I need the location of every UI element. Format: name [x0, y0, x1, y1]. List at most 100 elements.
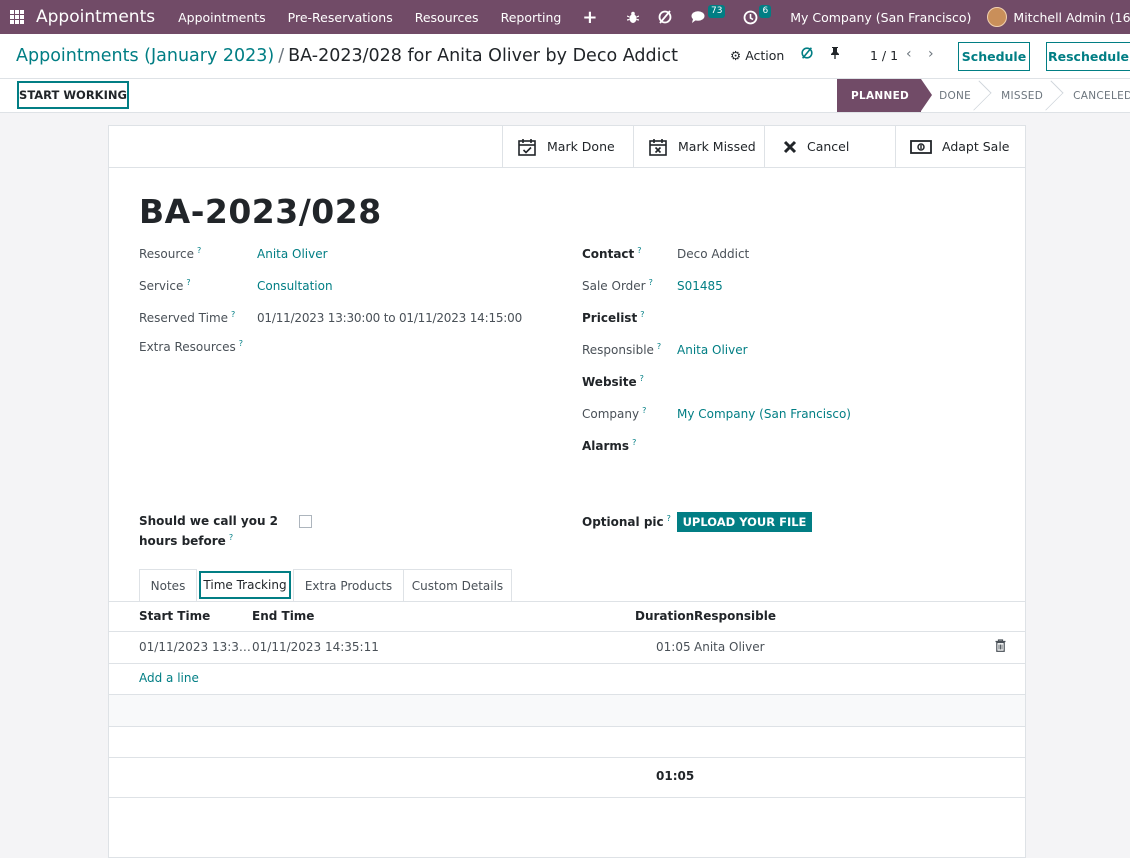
- contact-value[interactable]: Deco Addict: [677, 247, 749, 261]
- column-responsible[interactable]: Responsible: [694, 609, 776, 623]
- row-end-time[interactable]: 01/11/2023 14:35:11: [252, 640, 379, 654]
- row-responsible[interactable]: Anita Oliver: [694, 640, 765, 654]
- refresh-icon[interactable]: [657, 9, 673, 25]
- messages-icon[interactable]: 73: [691, 4, 726, 24]
- empty-row: [109, 695, 1025, 726]
- sale-order-value[interactable]: S01485: [677, 279, 723, 293]
- resource-label: Resource?: [139, 246, 202, 261]
- row-duration[interactable]: 01:05: [656, 640, 691, 654]
- mark-done-label: Mark Done: [547, 139, 615, 154]
- resource-value[interactable]: Anita Oliver: [257, 247, 328, 261]
- table-footer-divider: [109, 757, 1025, 758]
- add-line-link[interactable]: Add a line: [139, 671, 199, 685]
- activities-clock-icon[interactable]: 6: [743, 4, 772, 25]
- mark-done-button[interactable]: Mark Done: [502, 126, 633, 167]
- schedule-button[interactable]: Schedule: [958, 42, 1030, 71]
- responsible-label: Responsible?: [582, 342, 662, 357]
- notebook-tabs: Notes Time Tracking Extra Products Custo…: [139, 569, 512, 601]
- menu-reporting[interactable]: Reporting: [490, 10, 573, 25]
- service-label: Service?: [139, 278, 191, 293]
- help-icon[interactable]: ?: [649, 278, 653, 287]
- start-working-button[interactable]: START WORKING: [17, 81, 129, 109]
- cancel-label: Cancel: [807, 139, 850, 154]
- activities-count-badge: 6: [759, 4, 772, 18]
- cancel-appointment-button[interactable]: Cancel: [764, 126, 895, 167]
- help-icon[interactable]: ?: [637, 246, 641, 255]
- breadcrumb-current: BA-2023/028 for Anita Oliver by Deco Add…: [288, 46, 678, 66]
- column-duration[interactable]: Duration: [635, 609, 694, 623]
- row-divider: [109, 726, 1025, 727]
- form-sheet: Mark Done Mark Missed Cancel Adapt Sale …: [108, 125, 1026, 858]
- help-icon[interactable]: ?: [186, 278, 190, 287]
- reserved-time-label: Reserved Time?: [139, 310, 236, 325]
- row-start-time[interactable]: 01/11/2023 13:3…: [139, 640, 251, 654]
- tab-extra-products[interactable]: Extra Products: [293, 569, 404, 601]
- menu-pre-reservations[interactable]: Pre-Reservations: [277, 10, 404, 25]
- menu-plus-icon[interactable]: +: [572, 7, 607, 28]
- status-planned[interactable]: PLANNED: [837, 79, 933, 112]
- tab-notes[interactable]: Notes: [139, 569, 197, 601]
- app-grid-icon[interactable]: [0, 0, 34, 34]
- upload-file-button[interactable]: UPLOAD YOUR FILE: [677, 512, 812, 532]
- close-icon: [783, 140, 797, 154]
- reserved-time-value[interactable]: 01/11/2023 13:30:00 to 01/11/2023 14:15:…: [257, 311, 522, 325]
- discard-refresh-icon[interactable]: [800, 46, 814, 64]
- company-value[interactable]: My Company (San Francisco): [677, 407, 851, 421]
- column-end-time[interactable]: End Time: [252, 609, 314, 623]
- menu-appointments[interactable]: Appointments: [167, 10, 277, 25]
- debug-bug-icon[interactable]: [627, 11, 639, 24]
- column-start-time[interactable]: Start Time: [139, 609, 210, 623]
- tab-divider: [109, 601, 1025, 602]
- calendar-check-icon: [517, 137, 537, 157]
- control-panel: Appointments (January 2023) / BA-2023/028 …: [0, 34, 1130, 113]
- pager-next-icon[interactable]: ›: [928, 46, 934, 62]
- alarms-label: Alarms?: [582, 438, 637, 453]
- trash-icon[interactable]: [995, 639, 1006, 655]
- menu-resources[interactable]: Resources: [404, 10, 490, 25]
- help-icon[interactable]: ?: [640, 310, 644, 319]
- extra-resources-label: Extra Resources?: [139, 339, 244, 354]
- help-icon[interactable]: ?: [239, 339, 243, 348]
- footer-bottom-divider: [109, 797, 1025, 798]
- status-missed[interactable]: MISSED: [983, 79, 1055, 112]
- reschedule-button[interactable]: Reschedule: [1046, 42, 1130, 71]
- responsible-value[interactable]: Anita Oliver: [677, 343, 748, 357]
- help-icon[interactable]: ?: [657, 342, 661, 351]
- status-canceled[interactable]: CANCELED: [1055, 79, 1130, 112]
- pricelist-label: Pricelist?: [582, 310, 645, 325]
- pager-counter[interactable]: 1 / 1: [870, 48, 898, 63]
- calendar-x-icon: [648, 137, 668, 157]
- website-label: Website?: [582, 374, 644, 389]
- money-bill-icon: [910, 139, 932, 154]
- breadcrumb-parent-link[interactable]: Appointments (January 2023): [16, 46, 274, 66]
- contact-label: Contact?: [582, 246, 642, 261]
- help-icon[interactable]: ?: [632, 438, 636, 447]
- help-icon[interactable]: ?: [640, 374, 644, 383]
- help-icon[interactable]: ?: [197, 246, 201, 255]
- tab-custom-details[interactable]: Custom Details: [403, 569, 512, 601]
- adapt-sale-button[interactable]: Adapt Sale: [895, 126, 1025, 167]
- top-navbar: Appointments Appointments Pre-Reservatio…: [0, 0, 1130, 34]
- gear-icon: ⚙: [730, 48, 742, 63]
- service-value[interactable]: Consultation: [257, 279, 333, 293]
- table-header-divider: [109, 631, 1025, 632]
- user-avatar[interactable]: [987, 7, 1008, 27]
- help-icon[interactable]: ?: [229, 533, 233, 542]
- help-icon[interactable]: ?: [642, 406, 646, 415]
- user-menu[interactable]: Mitchell Admin (16_server: [1013, 10, 1130, 25]
- breadcrumb-separator: /: [278, 46, 285, 66]
- action-menu[interactable]: ⚙ Action: [730, 48, 784, 63]
- pin-icon[interactable]: [830, 46, 840, 64]
- call-before-checkbox[interactable]: [299, 515, 312, 528]
- help-icon[interactable]: ?: [667, 514, 671, 523]
- total-duration: 01:05: [656, 769, 695, 783]
- sheet-button-box: Mark Done Mark Missed Cancel Adapt Sale: [109, 126, 1025, 168]
- company-switcher[interactable]: My Company (San Francisco): [790, 10, 971, 25]
- mark-missed-button[interactable]: Mark Missed: [633, 126, 764, 167]
- company-label: Company?: [582, 406, 647, 421]
- app-brand[interactable]: Appointments: [36, 7, 155, 27]
- help-icon[interactable]: ?: [231, 310, 235, 319]
- pager-previous-icon[interactable]: ‹: [906, 46, 912, 62]
- tab-time-tracking[interactable]: Time Tracking: [199, 571, 291, 599]
- call-before-label-2: hours before?: [139, 533, 234, 548]
